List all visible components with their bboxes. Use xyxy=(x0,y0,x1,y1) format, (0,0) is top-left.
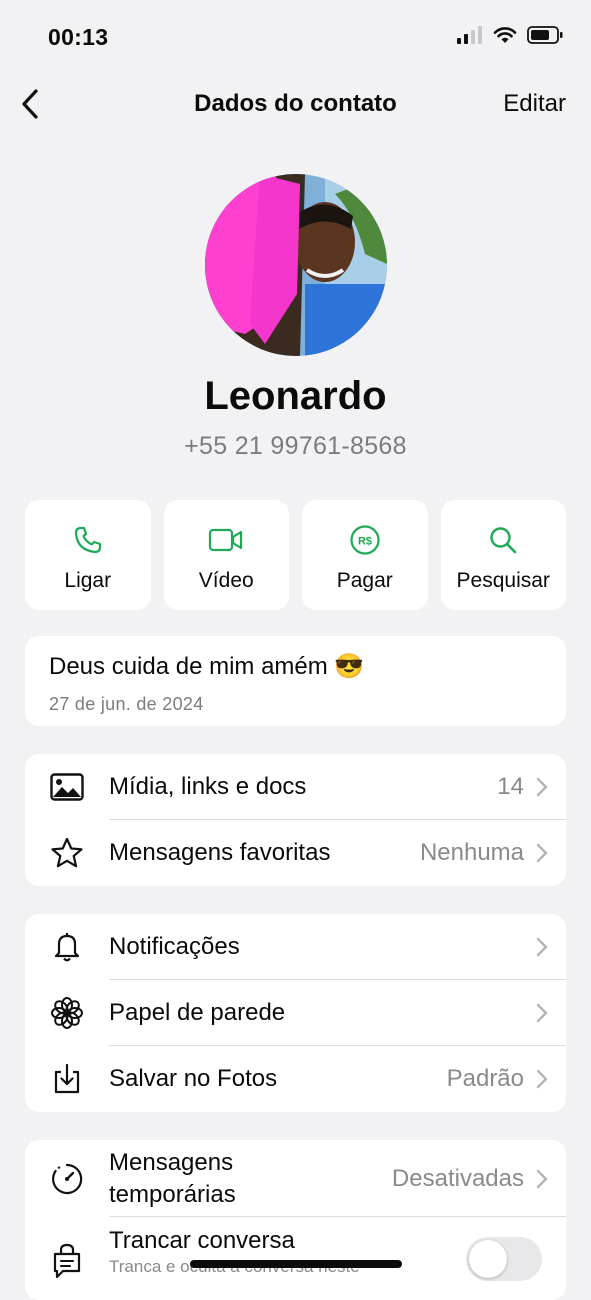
pay-icon: R$ xyxy=(349,523,381,557)
phone-icon xyxy=(73,523,103,557)
about-text: Deus cuida de mim amém 😎 xyxy=(49,653,365,680)
chevron-right-icon xyxy=(536,937,566,957)
pay-label: Pagar xyxy=(336,569,393,592)
chevron-right-icon xyxy=(536,1169,566,1189)
action-buttons: Ligar Vídeo R$ Pagar Pesquisar xyxy=(25,500,566,610)
lock-chat-toggle[interactable] xyxy=(466,1237,542,1281)
home-indicator[interactable] xyxy=(190,1260,402,1268)
timer-icon xyxy=(25,1162,109,1196)
about-card[interactable]: Deus cuida de mim amém 😎 27 de jun. de 2… xyxy=(25,636,566,726)
contact-name: Leonardo xyxy=(204,374,387,418)
row-label: Mídia, links e docs xyxy=(109,773,307,800)
search-icon xyxy=(488,523,518,557)
wallpaper-row[interactable]: Papel de parede xyxy=(25,980,566,1046)
battery-icon xyxy=(527,26,563,49)
row-value: 14 xyxy=(497,773,524,800)
disappearing-messages-row[interactable]: Mensagens temporárias Desativadas xyxy=(25,1140,566,1217)
pay-symbol: R$ xyxy=(358,536,372,548)
pay-button[interactable]: R$ Pagar xyxy=(302,500,428,610)
status-icons xyxy=(457,26,563,49)
image-icon xyxy=(25,773,109,801)
lock-chat-title: Trancar conversa xyxy=(109,1227,295,1254)
row-label: Notificações xyxy=(109,933,240,960)
chevron-right-icon xyxy=(536,1069,566,1089)
row-value: Padrão xyxy=(446,1065,524,1092)
row-label: Salvar no Fotos xyxy=(109,1065,278,1092)
settings-group: Notificações Papel de parede Salvar no F… xyxy=(25,914,566,1112)
chevron-right-icon xyxy=(536,777,566,797)
lock-chat-icon xyxy=(25,1243,109,1279)
status-bar: 00:13 xyxy=(0,0,591,70)
save-icon xyxy=(25,1063,109,1095)
call-label: Ligar xyxy=(64,569,112,592)
media-group: Mídia, links e docs 14 Mensagens favorit… xyxy=(25,754,566,886)
signal-icon xyxy=(457,26,483,49)
row-label: Mensagens favoritas xyxy=(109,839,331,866)
status-time: 00:13 xyxy=(48,24,109,50)
star-icon xyxy=(25,837,109,869)
row-value: Nenhuma xyxy=(419,839,524,866)
row-label: Papel de parede xyxy=(109,999,286,1026)
video-label: Vídeo xyxy=(198,569,254,592)
row-label: Trancar conversa Tranca e oculta a conve… xyxy=(109,1217,466,1277)
lock-chat-row[interactable]: Trancar conversa Tranca e oculta a conve… xyxy=(25,1217,566,1300)
row-value: Desativadas xyxy=(391,1164,524,1192)
call-button[interactable]: Ligar xyxy=(25,500,151,610)
contact-phone[interactable]: +55 21 99761-8568 xyxy=(0,432,591,461)
notifications-row[interactable]: Notificações xyxy=(25,914,566,980)
edit-button[interactable]: Editar xyxy=(503,90,566,118)
nav-bar: Dados do contato Editar xyxy=(0,78,591,134)
row-label-line2: temporárias xyxy=(109,1180,236,1208)
chevron-right-icon xyxy=(536,1003,566,1023)
video-button[interactable]: Vídeo xyxy=(163,500,289,610)
row-label-line1: Mensagens xyxy=(109,1148,234,1176)
about-date: 27 de jun. de 2024 xyxy=(49,694,204,714)
wifi-icon xyxy=(493,26,517,49)
bell-icon xyxy=(25,931,109,963)
search-button[interactable]: Pesquisar xyxy=(440,500,566,610)
privacy-group: Mensagens temporárias Desativadas Tranca… xyxy=(25,1140,566,1300)
row-label: Mensagens temporárias xyxy=(109,1147,392,1211)
video-icon xyxy=(208,523,244,557)
starred-messages-row[interactable]: Mensagens favoritas Nenhuma xyxy=(25,820,566,886)
media-links-docs-row[interactable]: Mídia, links e docs 14 xyxy=(25,754,566,820)
save-to-photos-row[interactable]: Salvar no Fotos Padrão xyxy=(25,1046,566,1112)
flower-icon xyxy=(25,996,109,1030)
search-label: Pesquisar xyxy=(456,569,550,592)
chevron-right-icon xyxy=(536,843,566,863)
toggle-knob xyxy=(469,1240,507,1278)
avatar[interactable] xyxy=(205,174,387,356)
